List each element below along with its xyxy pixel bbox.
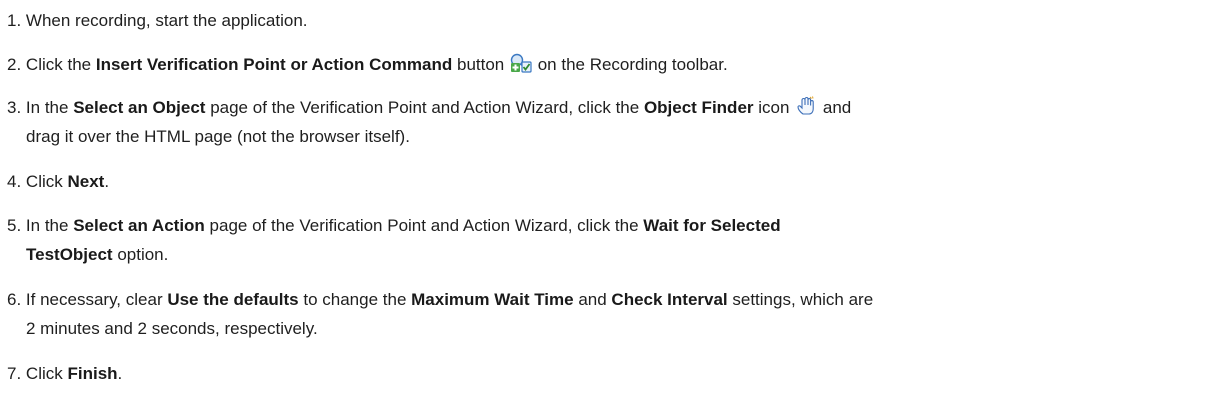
object-finder-label: Object Finder [643, 98, 754, 117]
step-text-pre: If necessary, clear [25, 290, 168, 309]
step-6: 6. If necessary, clear Use the defaults … [7, 285, 1192, 343]
step-text-post: on the Recording toolbar. [532, 55, 728, 74]
finish-label: Finish [67, 364, 118, 383]
step-1: 1. When recording, start the application… [7, 6, 1192, 35]
step-text-post: option. [112, 245, 169, 264]
step-number: 4. [7, 172, 22, 191]
step-5: 5. In the Select an Action page of the V… [7, 211, 1192, 269]
step-text-continued: drag it over the HTML page (not the brow… [26, 127, 410, 146]
step-text-mid: page of the Verification Point and Actio… [205, 98, 644, 117]
object-finder-hand-icon [795, 96, 817, 116]
step-number: 7. [7, 364, 22, 383]
step-text-post: and [818, 98, 852, 117]
step-3: 3. In the Select an Object page of the V… [7, 93, 1192, 151]
step-text-pre: Click [25, 172, 68, 191]
step-7: 7. Click Finish. [7, 359, 1192, 388]
wait-for-selected-label: Wait for Selected [643, 216, 781, 235]
step-text-continued: TestObject option. [7, 240, 1192, 269]
step-text-mid: and [573, 290, 612, 309]
select-an-object-label: Select an Object [73, 98, 206, 117]
insert-verification-point-label: Insert Verification Point or Action Comm… [95, 55, 453, 74]
select-an-action-label: Select an Action [73, 216, 205, 235]
step-number: 2. [7, 55, 22, 74]
step-text-post: . [117, 364, 123, 383]
step-text-post: . [104, 172, 110, 191]
step-number: 1. [7, 11, 22, 30]
step-number: 3. [7, 98, 22, 117]
step-text-pre: In the [25, 216, 74, 235]
maximum-wait-time-label: Maximum Wait Time [411, 290, 574, 309]
step-text-mid: icon [753, 98, 795, 117]
step-text-mid: to change the [298, 290, 412, 309]
step-4: 4. Click Next. [7, 167, 1192, 196]
step-text-mid: page of the Verification Point and Actio… [204, 216, 644, 235]
instruction-document: 1. When recording, start the application… [0, 0, 1212, 412]
step-text-pre: In the [25, 98, 74, 117]
insert-verification-point-icon [510, 53, 532, 73]
check-interval-label: Check Interval [611, 290, 728, 309]
step-text-continued: 2 minutes and 2 seconds, respectively. [26, 319, 318, 338]
step-text: When recording, start the application. [25, 11, 308, 30]
step-text-post: settings, which are [727, 290, 874, 309]
next-label: Next [67, 172, 105, 191]
step-text-pre: Click [25, 364, 68, 383]
step-text-pre: Click the [25, 55, 96, 74]
testobject-label: TestObject [26, 245, 113, 264]
step-2: 2. Click the Insert Verification Point o… [7, 50, 1192, 79]
step-text-mid: button [452, 55, 509, 74]
step-number: 6. [7, 290, 22, 309]
use-the-defaults-label: Use the defaults [167, 290, 299, 309]
step-number: 5. [7, 216, 22, 235]
